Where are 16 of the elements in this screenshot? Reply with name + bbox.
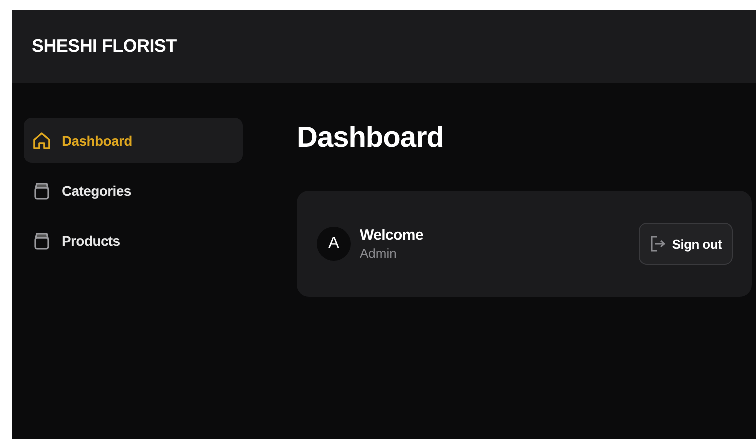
home-icon: [32, 130, 52, 150]
sidebar-item[interactable]: Categories: [24, 168, 243, 213]
sidebar-item[interactable]: Dashboard: [24, 118, 243, 163]
jar-icon: [32, 230, 52, 250]
sidebar-label: Categories: [62, 182, 132, 198]
sidebar-label: Dashboard: [62, 132, 132, 148]
brand-name: SHESHI FLORIST: [32, 36, 177, 57]
jar-icon: [32, 180, 52, 200]
sign-out-icon: [650, 235, 666, 253]
page-title: Dashboard: [297, 121, 445, 155]
avatar: A: [317, 227, 351, 261]
sign-out-button[interactable]: Sign out: [639, 223, 733, 265]
sidebar-label: Products: [62, 232, 120, 248]
user-role: Admin: [360, 246, 398, 261]
sidebar-item[interactable]: Products: [24, 218, 243, 263]
welcome-text: Welcome: [360, 227, 424, 244]
